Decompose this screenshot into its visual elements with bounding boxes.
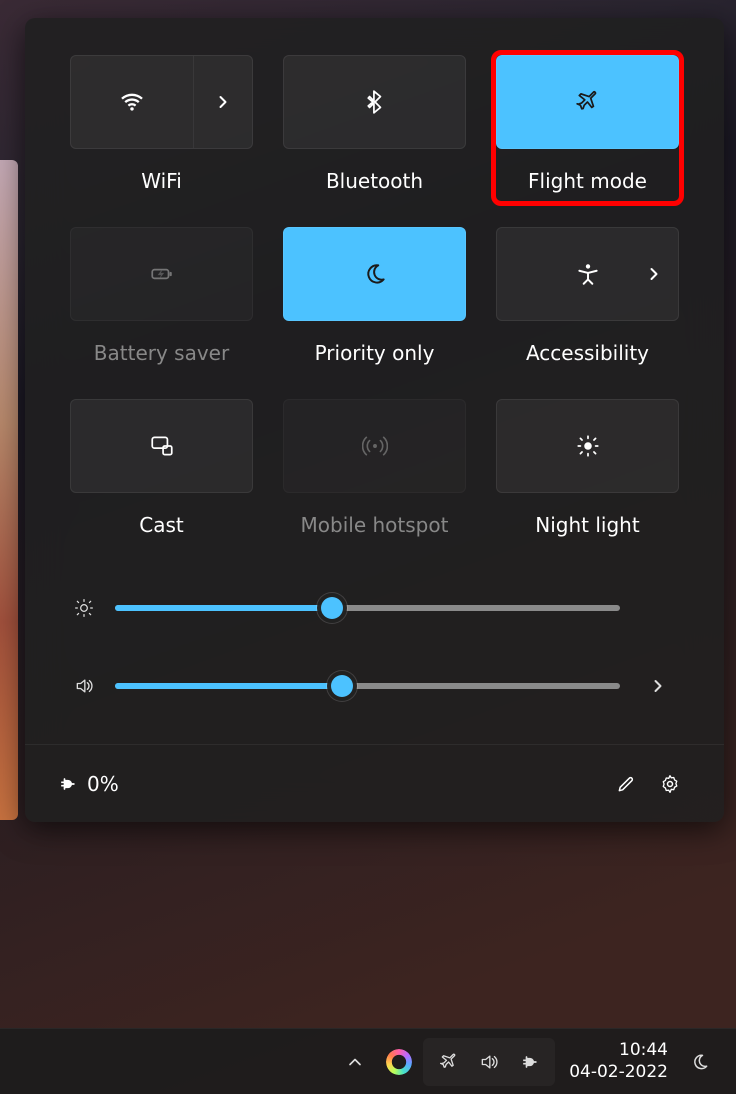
brightness-slider-row [71,598,678,618]
battery-plug-icon [57,774,77,794]
taskbar-date: 04-02-2022 [569,1062,668,1083]
accessibility-icon [575,261,601,287]
moon-icon [690,1052,710,1072]
tile-bluetooth-label: Bluetooth [326,169,423,193]
moon-icon [362,261,388,287]
tray-battery-icon[interactable] [509,1042,549,1082]
gear-icon [660,774,680,794]
tile-wifi[interactable] [70,55,253,149]
tray-system-icons[interactable] [423,1038,555,1086]
chevron-right-icon [644,264,664,284]
volume-slider[interactable] [115,683,620,689]
desktop-wallpaper-peek [0,160,18,820]
taskbar-time: 10:44 [619,1040,668,1061]
tile-priority-only-label: Priority only [315,341,435,365]
chevron-up-icon [345,1052,365,1072]
brightness-slider-fill [115,605,332,611]
volume-icon [71,676,97,696]
tray-copilot-button[interactable] [379,1042,419,1082]
hotspot-icon [362,433,388,459]
tile-wifi-label: WiFi [141,169,182,193]
quick-settings-tiles: WiFi Bluetooth Flight mode Battery saver [67,52,682,540]
tile-wifi-toggle[interactable] [71,56,194,148]
tile-hotspot-label: Mobile hotspot [301,513,449,537]
battery-plug-icon [519,1052,539,1072]
pencil-icon [616,774,636,794]
tile-bluetooth-wrap: Bluetooth [280,52,469,196]
tile-wifi-expand[interactable] [194,56,252,148]
tile-wifi-wrap: WiFi [67,52,256,196]
bluetooth-icon [362,89,388,115]
taskbar-focus-assist[interactable] [682,1044,718,1080]
tile-priority-only[interactable] [283,227,466,321]
tile-flight-mode[interactable] [496,55,679,149]
tray-flight-mode-icon[interactable] [429,1042,469,1082]
quick-settings-panel: WiFi Bluetooth Flight mode Battery saver [25,18,724,822]
volume-slider-thumb[interactable] [331,675,353,697]
sliders-section [67,598,682,696]
tile-accessibility[interactable] [496,227,679,321]
quick-settings-footer: 0% [25,744,724,822]
brightness-slider[interactable] [115,605,620,611]
chevron-right-icon [213,92,233,112]
airplane-icon [575,89,601,115]
brightness-slider-thumb[interactable] [321,597,343,619]
airplane-icon [439,1052,459,1072]
settings-button[interactable] [648,762,692,806]
copilot-icon [386,1049,412,1075]
tile-cast-label: Cast [139,513,183,537]
brightness-icon [71,598,97,618]
battery-saver-icon [149,261,175,287]
tile-hotspot-wrap: Mobile hotspot [280,396,469,540]
tile-battery-saver-label: Battery saver [94,341,229,365]
battery-status[interactable]: 0% [57,772,119,796]
wifi-icon [119,89,145,115]
tile-accessibility-wrap: Accessibility [493,224,682,368]
tile-flight-mode-label: Flight mode [528,169,647,193]
night-light-icon [575,433,601,459]
battery-percent-text: 0% [87,772,119,796]
tile-night-light-wrap: Night light [493,396,682,540]
taskbar: 10:44 04-02-2022 [0,1028,736,1094]
volume-expand-button[interactable] [638,676,678,696]
volume-slider-fill [115,683,342,689]
tile-accessibility-label: Accessibility [526,341,649,365]
tile-flight-mode-wrap: Flight mode [493,52,682,204]
tile-night-light[interactable] [496,399,679,493]
tray-volume-icon[interactable] [469,1042,509,1082]
tile-priority-only-wrap: Priority only [280,224,469,368]
cast-icon [149,433,175,459]
tile-battery-saver-wrap: Battery saver [67,224,256,368]
tile-night-light-label: Night light [535,513,639,537]
tile-cast-wrap: Cast [67,396,256,540]
tray-overflow-button[interactable] [335,1042,375,1082]
chevron-right-icon [648,676,668,696]
volume-icon [479,1052,499,1072]
volume-slider-row [71,676,678,696]
tile-battery-saver[interactable] [70,227,253,321]
tile-hotspot[interactable] [283,399,466,493]
tile-cast[interactable] [70,399,253,493]
edit-quick-settings-button[interactable] [604,762,648,806]
taskbar-clock[interactable]: 10:44 04-02-2022 [569,1040,668,1083]
tile-bluetooth[interactable] [283,55,466,149]
